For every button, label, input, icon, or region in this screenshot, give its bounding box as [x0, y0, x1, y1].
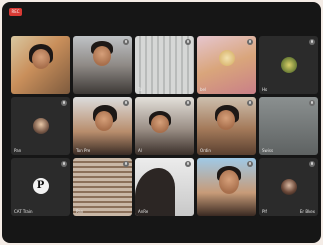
participant-name: Ho [262, 87, 268, 92]
avatar [280, 179, 297, 195]
mic-muted-icon [123, 100, 129, 106]
participant-name: Ton Pre [76, 148, 91, 153]
participant-tile[interactable] [73, 36, 132, 94]
participant-secondary-label: Er Bkex [299, 209, 315, 214]
participant-tile[interactable]: Swiss [259, 97, 318, 155]
mic-muted-icon [309, 161, 315, 167]
meeting-window: REC Ta bel Ho Pan Ton Pre Al Ordin Swiss… [2, 2, 321, 243]
participant-face [32, 49, 50, 69]
participant-name: bel [200, 87, 207, 92]
mic-muted-icon [309, 39, 315, 45]
mic-muted-icon [185, 100, 191, 106]
mic-muted-icon [123, 39, 129, 45]
participant-face [217, 110, 235, 130]
participant-tile[interactable]: Plf Er Bkex [259, 158, 318, 216]
participant-tile[interactable]: Ta [135, 36, 194, 94]
mic-muted-icon [185, 161, 191, 167]
participant-name: Pan [76, 209, 84, 214]
avatar [280, 57, 297, 73]
mic-muted-icon [247, 39, 253, 45]
participant-tile[interactable]: AnRe [135, 158, 194, 216]
participant-tile[interactable]: Pan [11, 97, 70, 155]
participant-tile[interactable]: P CAT Train [11, 158, 70, 216]
participant-tile[interactable] [11, 36, 70, 94]
participant-tile[interactable]: bel [197, 36, 256, 94]
participant-tile[interactable]: Ton Pre [73, 97, 132, 155]
participant-grid: Ta bel Ho Pan Ton Pre Al Ordin Swiss P C… [11, 36, 318, 218]
avatar: P [32, 178, 49, 194]
participant-tile[interactable]: Al [135, 97, 194, 155]
mic-muted-icon [247, 100, 253, 106]
mic-muted-icon [123, 161, 129, 167]
participant-name: CAT Train [14, 209, 33, 214]
participant-name: Ta [138, 87, 143, 92]
mic-muted-icon [309, 100, 315, 106]
participant-face [219, 170, 239, 194]
participant-name: Al [138, 148, 142, 153]
mic-muted-icon [247, 161, 253, 167]
participant-face [93, 46, 111, 66]
participant-face [151, 115, 169, 133]
participant-tile[interactable]: Ho [259, 36, 318, 94]
participant-tile[interactable]: Ordin [197, 97, 256, 155]
participant-video [219, 50, 235, 66]
participant-name: Plf [262, 209, 267, 214]
participant-tile[interactable]: Pan [73, 158, 132, 216]
participant-name: Swiss [262, 148, 274, 153]
participant-name: Ordin [200, 148, 211, 153]
recording-badge: REC [9, 8, 22, 16]
participant-name: AnRe [138, 209, 149, 214]
mic-muted-icon [185, 39, 191, 45]
participant-name: Pan [14, 148, 22, 153]
mic-muted-icon [61, 161, 67, 167]
participant-face [95, 111, 113, 131]
mic-muted-icon [61, 100, 67, 106]
participant-tile[interactable] [197, 158, 256, 216]
avatar [32, 118, 49, 134]
